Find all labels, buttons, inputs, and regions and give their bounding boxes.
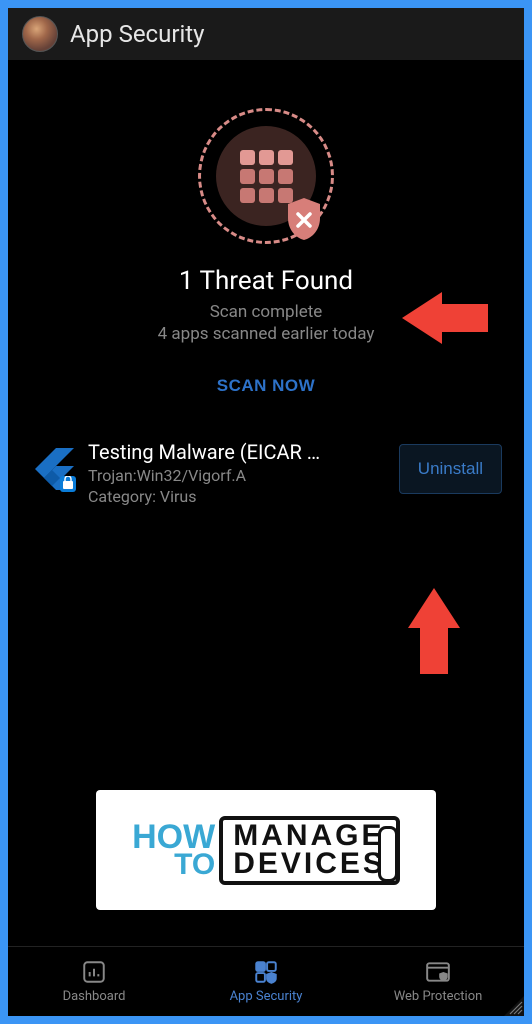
nav-web-protection-label: Web Protection	[394, 989, 483, 1004]
shield-x-icon	[284, 196, 324, 242]
scan-status: Scan complete	[210, 302, 323, 322]
logo-devices: DEVICES	[233, 850, 386, 879]
logo-manage: MANAGE	[233, 822, 386, 851]
threat-title: 1 Threat Found	[179, 266, 353, 296]
app-flutter-icon	[30, 446, 74, 490]
threat-signature: Trojan:Win32/Vigorf.A	[88, 466, 385, 485]
threat-category: Category: Virus	[88, 487, 385, 506]
header: App Security	[8, 8, 524, 60]
scan-now-button[interactable]: SCAN NOW	[217, 376, 315, 396]
content: 1 Threat Found Scan complete 4 apps scan…	[8, 60, 524, 946]
resize-grip-icon[interactable]	[504, 996, 524, 1016]
nav-dashboard-label: Dashboard	[63, 989, 126, 1004]
threat-list-item: Testing Malware (EICAR … Trojan:Win32/Vi…	[8, 416, 524, 506]
nav-app-security[interactable]: App Security	[180, 947, 352, 1016]
logo-overlay: HOW TO MANAGE DEVICES	[96, 790, 436, 910]
phone-icon	[378, 826, 398, 882]
annotation-arrow-up-icon	[408, 588, 460, 678]
nav-web-protection[interactable]: Web Protection	[352, 947, 524, 1016]
page-title: App Security	[70, 20, 205, 48]
nav-app-security-label: App Security	[230, 989, 303, 1004]
dashboard-icon	[81, 959, 107, 985]
logo-manage-devices: MANAGE DEVICES	[219, 816, 400, 885]
nav-dashboard[interactable]: Dashboard	[8, 947, 180, 1016]
threat-name: Testing Malware (EICAR …	[88, 440, 385, 464]
uninstall-button[interactable]: Uninstall	[399, 444, 502, 494]
web-protection-icon	[425, 959, 451, 985]
store-badge-icon	[60, 476, 76, 492]
logo-howto: HOW TO	[132, 823, 215, 877]
threat-info: Testing Malware (EICAR … Trojan:Win32/Vi…	[88, 440, 385, 506]
annotation-arrow-right-icon	[402, 292, 488, 348]
bottom-nav: Dashboard App Security Web Protection	[8, 946, 524, 1016]
app-security-icon	[253, 959, 279, 985]
logo-to: TO	[174, 852, 215, 878]
threat-icon	[198, 108, 334, 244]
avatar[interactable]	[22, 16, 58, 52]
scan-substatus: 4 apps scanned earlier today	[158, 324, 375, 344]
